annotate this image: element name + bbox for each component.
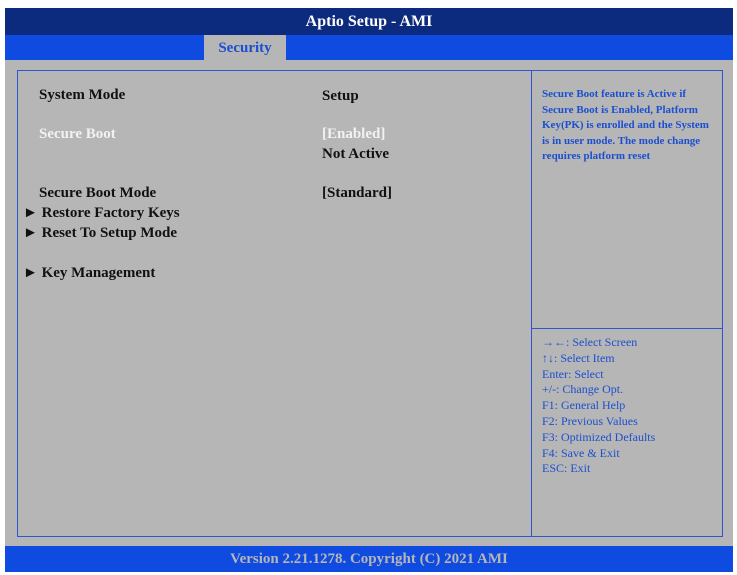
footer-version: Version 2.21.1278. Copyright (C) 2021 AM…: [5, 546, 733, 572]
key-hint: +/-: Change Opt.: [542, 382, 624, 397]
help-text: Secure Boot feature is Active if Secure …: [542, 88, 709, 163]
main-panel: System Mode Setup Secure Boot [Enabled] …: [5, 60, 733, 546]
divider: [531, 71, 532, 536]
key-legend: →←: Select Screen ↑↓: Select Item Enter:…: [542, 335, 655, 477]
key-hint: F1: General Help: [542, 398, 626, 413]
key-hint: F2: Previous Values: [542, 413, 638, 428]
restore-factory-keys-item[interactable]: ► Restore Factory Keys: [23, 205, 180, 222]
secure-boot-label[interactable]: Secure Boot: [39, 126, 116, 143]
tab-security[interactable]: Security: [204, 35, 286, 60]
key-management-item[interactable]: ► Key Management: [23, 265, 155, 282]
secure-boot-select[interactable]: [Enabled]: [322, 126, 385, 143]
item-label: Restore Factory Keys: [41, 205, 180, 221]
key-hint: Enter: Select: [542, 366, 604, 381]
key-hint: ESC: Exit: [542, 461, 591, 476]
submenu-arrow-icon: ►: [23, 265, 38, 281]
system-mode-value: Setup: [322, 88, 359, 104]
content-box: System Mode Setup Secure Boot [Enabled] …: [17, 70, 723, 537]
system-mode-label: System Mode: [39, 87, 126, 103]
key-hint: F4: Save & Exit: [542, 445, 620, 460]
tab-bar: Security: [5, 35, 733, 60]
divider: [531, 328, 722, 329]
secure-boot-mode-select[interactable]: [Standard]: [322, 185, 392, 202]
key-hint: ↑↓: Select Item: [542, 350, 615, 365]
secure-boot-status: Not Active: [322, 146, 390, 162]
item-label: Reset To Setup Mode: [41, 225, 178, 241]
submenu-arrow-icon: ►: [23, 205, 38, 221]
key-hint: F3: Optimized Defaults: [542, 429, 656, 444]
submenu-arrow-icon: ►: [23, 225, 38, 241]
reset-to-setup-mode-item[interactable]: ► Reset To Setup Mode: [23, 225, 177, 242]
item-label: Key Management: [41, 265, 156, 281]
secure-boot-mode-label[interactable]: Secure Boot Mode: [39, 185, 156, 202]
window-title: Aptio Setup - AMI: [5, 8, 733, 35]
key-hint: →←: Select Screen: [542, 335, 638, 349]
